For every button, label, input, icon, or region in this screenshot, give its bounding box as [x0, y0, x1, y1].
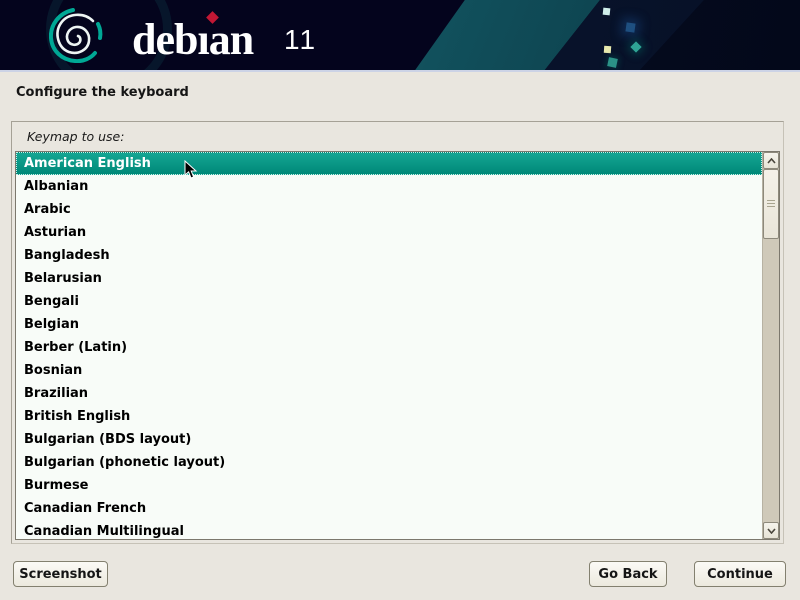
list-item[interactable]: British English	[16, 405, 762, 428]
banner: debıan 11	[0, 0, 800, 72]
vertical-scrollbar[interactable]	[762, 152, 779, 539]
scrollbar-grip	[767, 200, 775, 208]
debian-swirl-icon	[49, 8, 107, 63]
banner-decoration-square	[607, 57, 618, 68]
keymap-listbox: American EnglishAlbanianArabicAsturianBa…	[15, 151, 780, 540]
keymap-list: American EnglishAlbanianArabicAsturianBa…	[16, 152, 762, 539]
chevron-up-icon	[767, 158, 776, 164]
keymap-frame-label: Keymap to use:	[27, 129, 124, 144]
keymap-frame: Keymap to use: American EnglishAlbanianA…	[11, 121, 784, 544]
scrollbar-thumb[interactable]	[763, 169, 779, 239]
chevron-down-icon	[767, 528, 776, 534]
list-item[interactable]: Bosnian	[16, 359, 762, 382]
go-back-button[interactable]: Go Back	[589, 561, 667, 587]
list-item[interactable]: Belarusian	[16, 267, 762, 290]
scrollbar-track[interactable]	[763, 169, 779, 522]
debian-version: 11	[284, 26, 317, 54]
list-item[interactable]: Berber (Latin)	[16, 336, 762, 359]
scrollbar-up-button[interactable]	[763, 152, 779, 169]
list-item[interactable]: Brazilian	[16, 382, 762, 405]
list-item[interactable]: Albanian	[16, 175, 762, 198]
list-item[interactable]: American English	[16, 152, 762, 175]
continue-button[interactable]: Continue	[694, 561, 786, 587]
list-item[interactable]: Asturian	[16, 221, 762, 244]
page-title: Configure the keyboard	[16, 85, 189, 100]
list-item[interactable]: Burmese	[16, 474, 762, 497]
banner-decoration-square	[625, 22, 635, 32]
list-item[interactable]: Bulgarian (BDS layout)	[16, 428, 762, 451]
list-item[interactable]: Arabic	[16, 198, 762, 221]
list-item[interactable]: Bengali	[16, 290, 762, 313]
debian-wordmark: debıan	[132, 18, 253, 62]
list-item[interactable]: Canadian Multilingual	[16, 520, 762, 539]
wordmark-dotless-i: ı	[197, 15, 208, 64]
banner-decoration-square	[604, 46, 611, 53]
list-item[interactable]: Bulgarian (phonetic layout)	[16, 451, 762, 474]
wordmark-pre: deb	[132, 15, 197, 64]
screenshot-button[interactable]: Screenshot	[13, 561, 108, 587]
wordmark-post: an	[209, 15, 253, 64]
banner-decoration-square	[603, 8, 611, 16]
scrollbar-down-button[interactable]	[763, 522, 779, 539]
list-item[interactable]: Canadian French	[16, 497, 762, 520]
list-item[interactable]: Belgian	[16, 313, 762, 336]
list-item[interactable]: Bangladesh	[16, 244, 762, 267]
